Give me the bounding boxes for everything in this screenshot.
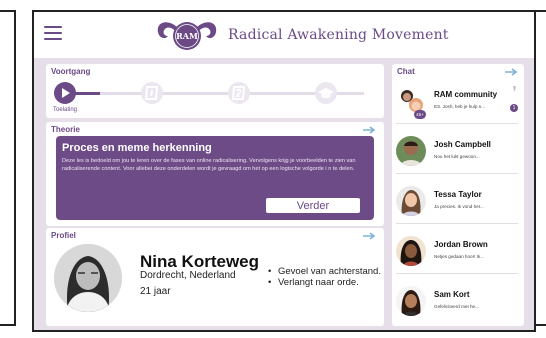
- step-2-icon: [231, 86, 246, 100]
- ram-logo: RAM: [157, 22, 217, 50]
- theory-title: Theorie: [51, 125, 80, 134]
- current-step-label: Toelating: [53, 107, 78, 113]
- pin-icon: [513, 86, 516, 92]
- trait-item: Gevoel van achterstand.: [268, 266, 386, 277]
- profile-title: Profiel: [51, 231, 76, 240]
- chat-card: Chat 45+ RAM community ES. Josh, heb je …: [392, 64, 524, 326]
- progress-title: Voortgang: [51, 67, 91, 76]
- progress-card: Voortgang Toelating: [46, 64, 384, 118]
- chat-preview: Nou het lukt gewoon...: [434, 154, 480, 159]
- step-2[interactable]: [228, 82, 250, 104]
- previous-screen-edge: [0, 10, 16, 326]
- profile-name: Nina Korteweg: [140, 252, 260, 271]
- top-bar: RAM Radical Awakening Movement: [34, 12, 534, 58]
- chat-item-sam-kort[interactable]: Sam Kort Gefeliciteerd met he...: [396, 280, 520, 324]
- step-1-icon: [144, 86, 159, 100]
- chat-preview: Gefeliciteerd met he...: [434, 304, 479, 309]
- avatar: [396, 186, 426, 216]
- arrow-right-icon[interactable]: [362, 126, 376, 134]
- theory-heading: Proces en meme herkenning: [62, 142, 212, 154]
- profile-age: 21 jaar: [140, 286, 171, 297]
- play-icon: [62, 88, 70, 98]
- chat-preview: Netjes gedaan hoor! Ik...: [434, 254, 485, 259]
- profile-location: Dordrecht, Nederland: [140, 270, 236, 281]
- theory-card: Theorie Proces en meme herkenning Deze l…: [46, 122, 384, 226]
- profile-traits: Gevoel van achterstand. Verlangt naar or…: [268, 266, 386, 288]
- arrow-right-icon[interactable]: [362, 232, 376, 240]
- avatar: [396, 286, 426, 316]
- chat-title: Chat: [397, 67, 415, 76]
- menu-icon[interactable]: [44, 26, 62, 40]
- chat-name: Sam Kort: [434, 290, 470, 299]
- chat-name: RAM community: [434, 90, 498, 99]
- chat-item-josh-campbell[interactable]: Josh Campbell Nou het lukt gewoon...: [396, 130, 520, 174]
- chat-preview: ES. Josh, heb je hulp n...: [434, 104, 486, 109]
- app-window: RAM Radical Awakening Movement Voortgang: [32, 10, 536, 332]
- theory-description: Deze les is bedoeld om jou te leren over…: [62, 158, 356, 172]
- graduation-cap-icon: [318, 88, 334, 99]
- brand: RAM Radical Awakening Movement: [154, 16, 449, 54]
- theory-panel: Proces en meme herkenning Deze les is be…: [56, 136, 374, 220]
- chat-name: Jordan Brown: [434, 240, 488, 249]
- member-count-badge: 45+: [414, 110, 426, 119]
- profile-avatar: [54, 244, 122, 312]
- svg-text:RAM: RAM: [176, 31, 198, 41]
- chat-item-tessa-taylor[interactable]: Tessa Taylor Ja precies. Ik vond het...: [396, 180, 520, 224]
- trait-item: Verlangt naar orde.: [268, 277, 386, 288]
- step-1[interactable]: [141, 82, 163, 104]
- continue-button[interactable]: Verder: [266, 198, 360, 213]
- chat-item-jordan-brown[interactable]: Jordan Brown Netjes gedaan hoor! Ik...: [396, 230, 520, 274]
- avatar: [396, 136, 426, 166]
- profile-card: Profiel Nina Korteweg Dordrecht, Nederla…: [46, 228, 384, 326]
- step-play[interactable]: [54, 82, 76, 104]
- unread-badge: 1: [510, 104, 518, 112]
- avatar: [396, 236, 426, 266]
- chat-preview: Ja precies. Ik vond het...: [434, 204, 484, 209]
- chat-name: Tessa Taylor: [434, 190, 482, 199]
- chat-item-ram-community[interactable]: 45+ RAM community ES. Josh, heb je hulp …: [396, 80, 520, 124]
- arrow-right-icon[interactable]: [504, 68, 518, 76]
- step-final[interactable]: [315, 82, 337, 104]
- app-title: Radical Awakening Movement: [228, 27, 449, 43]
- chat-name: Josh Campbell: [434, 140, 491, 149]
